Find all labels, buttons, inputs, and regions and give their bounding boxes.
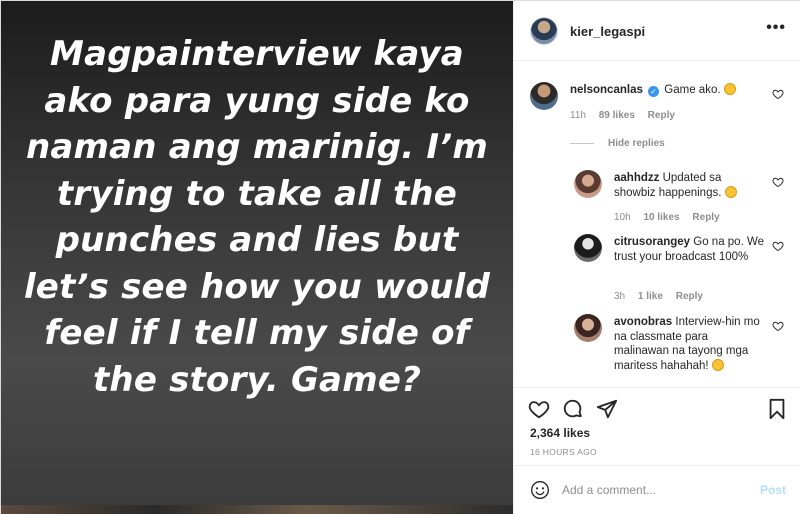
post-image[interactable]: Magpainterview kaya ako para yung side k… — [1, 1, 513, 514]
post-side-panel: kier_legaspi ••• nelsoncanlas ✓ Game ako… — [513, 1, 800, 514]
hide-replies-button[interactable]: Hide replies — [570, 138, 665, 149]
reply-button[interactable]: Reply — [692, 212, 719, 223]
commenter-avatar[interactable] — [574, 234, 602, 262]
image-bottom-strip — [1, 505, 513, 514]
post-timestamp[interactable]: 16 HOURS AGO — [530, 447, 597, 457]
verified-badge-icon: ✓ — [648, 86, 660, 97]
commenter-username[interactable]: avonobras — [614, 316, 672, 328]
reply-button[interactable]: Reply — [648, 110, 675, 121]
reply-item: avonobras Interview-hin mo na classmate … — [574, 314, 790, 387]
laugh-emoji-icon — [711, 358, 724, 371]
author-username[interactable]: kier_legaspi — [570, 24, 645, 39]
comment-body: avonobras Interview-hin mo na classmate … — [614, 315, 764, 373]
comment-time[interactable]: 10h — [614, 212, 631, 223]
comment-body: citrusorangey Go na po. We trust your br… — [614, 235, 764, 264]
reply-button[interactable]: Reply — [676, 291, 703, 302]
comment-body: aahhdzz Updated sa showbiz happenings. — [614, 171, 764, 200]
reply-item: aahhdzz Updated sa showbiz happenings. 1… — [574, 170, 790, 230]
comment-likes[interactable]: 89 likes — [599, 110, 635, 121]
comment-likes[interactable]: 10 likes — [643, 212, 679, 223]
post-image-text: Magpainterview kaya ako para yung side k… — [23, 34, 491, 400]
comment-text: Game ako. — [664, 84, 721, 96]
add-comment-input[interactable] — [562, 480, 742, 500]
like-heart-icon[interactable] — [528, 398, 550, 420]
comment-time[interactable]: 3h — [614, 291, 625, 302]
comment-meta: 3h 1 like Reply — [614, 291, 713, 302]
like-comment-heart-icon[interactable] — [772, 320, 784, 332]
comments-list[interactable]: nelsoncanlas ✓ Game ako. 11h 89 likes Re… — [514, 62, 800, 387]
like-comment-heart-icon[interactable] — [772, 176, 784, 188]
commenter-avatar[interactable] — [574, 170, 602, 198]
hide-replies-label: Hide replies — [608, 138, 665, 149]
post-likes-count[interactable]: 2,364 likes — [530, 426, 590, 440]
emoji-picker-icon[interactable] — [530, 480, 550, 500]
save-bookmark-icon[interactable] — [766, 398, 788, 420]
comment-bubble-icon[interactable] — [562, 398, 584, 420]
commenter-username[interactable]: citrusorangey — [614, 236, 690, 248]
share-plane-icon[interactable] — [596, 398, 618, 420]
commenter-username[interactable]: aahhdzz — [614, 172, 659, 184]
like-comment-heart-icon[interactable] — [772, 88, 784, 100]
post-header: kier_legaspi ••• — [514, 1, 800, 61]
reply-item: citrusorangey Go na po. We trust your br… — [574, 234, 790, 304]
post-actions: 2,364 likes 16 HOURS AGO — [514, 387, 800, 465]
commenter-avatar[interactable] — [530, 82, 558, 110]
post-window: Magpainterview kaya ako para yung side k… — [0, 0, 800, 514]
author-avatar[interactable] — [530, 17, 558, 45]
comment-body: nelsoncanlas ✓ Game ako. — [570, 83, 760, 98]
comment-meta: 10h 10 likes Reply — [614, 212, 730, 223]
like-comment-heart-icon[interactable] — [772, 240, 784, 252]
hide-replies-line — [570, 142, 594, 144]
clap-emoji-icon — [723, 83, 736, 95]
laugh-emoji-icon — [724, 185, 737, 198]
more-options-icon[interactable]: ••• — [766, 20, 786, 36]
comment-time[interactable]: 11h — [570, 110, 586, 121]
commenter-username[interactable]: nelsoncanlas — [570, 84, 643, 96]
comment-likes[interactable]: 1 like — [638, 291, 663, 302]
commenter-avatar[interactable] — [574, 314, 602, 342]
comment-meta: 11h 89 likes Reply — [570, 110, 685, 121]
add-comment-bar: Post — [514, 465, 800, 514]
post-comment-button[interactable]: Post — [760, 483, 786, 497]
comment-item: nelsoncanlas ✓ Game ako. 11h 89 likes Re… — [530, 82, 790, 132]
